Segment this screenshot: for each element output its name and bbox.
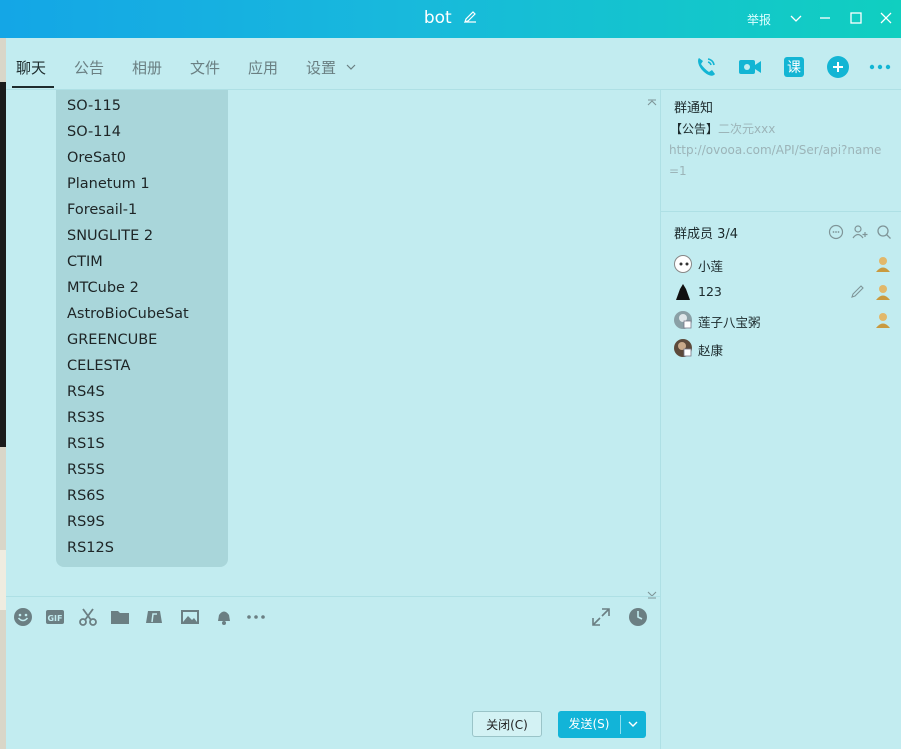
tab-files[interactable]: 文件 bbox=[190, 57, 220, 78]
admin-role-icon bbox=[874, 255, 892, 273]
video-icon[interactable] bbox=[737, 54, 763, 80]
minimize-button[interactable] bbox=[817, 10, 833, 26]
send-button-label: 发送(S) bbox=[568, 717, 610, 731]
send-options-chevron-icon[interactable] bbox=[626, 717, 640, 734]
maximize-button[interactable] bbox=[848, 10, 864, 26]
member-name: 赵康 bbox=[698, 343, 724, 358]
active-tab-indicator bbox=[12, 86, 54, 88]
message-line: RS4S bbox=[67, 384, 105, 400]
message-line: SO-114 bbox=[67, 124, 121, 140]
notice-tag: 【公告】 bbox=[670, 122, 719, 136]
message-line: OreSat0 bbox=[67, 150, 126, 166]
members-title: 群成员 3/4 bbox=[674, 227, 739, 242]
tab-bar: 聊天 公告 相册 文件 应用 设置 课 bbox=[6, 38, 901, 90]
search-icon[interactable] bbox=[876, 224, 892, 240]
bell-icon[interactable] bbox=[214, 607, 234, 627]
message-line: RS9S bbox=[67, 514, 105, 530]
member-name: 莲子八宝粥 bbox=[698, 315, 761, 330]
window-title: bot bbox=[423, 8, 452, 28]
chevron-down-icon bbox=[346, 64, 356, 70]
member-name: 小莲 bbox=[698, 259, 724, 274]
message-line: RS5S bbox=[67, 462, 105, 478]
message-line: SNUGLITE 2 bbox=[67, 228, 154, 244]
message-line: GREENCUBE bbox=[67, 332, 158, 348]
svg-text:课: 课 bbox=[787, 60, 801, 76]
phone-icon[interactable] bbox=[693, 54, 719, 80]
close-button[interactable]: 关闭(C) bbox=[472, 711, 542, 737]
avatar bbox=[674, 255, 692, 273]
chat-window: 聊天 公告 相册 文件 应用 设置 课 SO-115 SO-114 OreSat… bbox=[6, 38, 901, 749]
admin-role-icon bbox=[874, 283, 892, 301]
more-icon[interactable] bbox=[867, 54, 893, 80]
edit-title-icon[interactable] bbox=[463, 9, 477, 29]
message-line: SO-115 bbox=[67, 98, 121, 114]
svg-text:GIF: GIF bbox=[47, 614, 62, 623]
member-name: 123 bbox=[698, 284, 722, 299]
image-icon[interactable] bbox=[180, 607, 200, 627]
chat-bubble-icon[interactable] bbox=[828, 224, 844, 240]
avatar bbox=[674, 311, 692, 329]
tab-announcement[interactable]: 公告 bbox=[74, 57, 104, 78]
dropdown-icon[interactable] bbox=[788, 10, 804, 26]
folder-icon[interactable] bbox=[110, 607, 130, 627]
message-area[interactable]: SO-115 SO-114 OreSat0 Planetum 1 Foresai… bbox=[6, 90, 657, 599]
expand-icon[interactable] bbox=[591, 607, 611, 627]
add-app-icon[interactable] bbox=[825, 54, 851, 80]
gif-icon[interactable]: GIF bbox=[45, 607, 65, 627]
scroll-down-icon[interactable] bbox=[646, 584, 658, 599]
message-line: AstroBioCubeSat bbox=[67, 306, 189, 322]
emoji-icon[interactable] bbox=[13, 607, 33, 627]
message-line: RS1S bbox=[67, 436, 105, 452]
send-separator bbox=[620, 715, 621, 734]
input-toolbar: GIF bbox=[6, 596, 660, 637]
notice-subtitle: 二次元xxx bbox=[718, 122, 776, 136]
message-line: CELESTA bbox=[67, 358, 131, 374]
member-item[interactable]: 123 bbox=[674, 281, 894, 303]
notice-url[interactable]: http://ovooa.com/API/Ser/api?name=1 bbox=[669, 140, 891, 182]
close-window-button[interactable] bbox=[878, 10, 894, 26]
member-item[interactable]: 小莲 bbox=[674, 253, 894, 275]
admin-role-icon bbox=[874, 311, 892, 329]
tab-settings-label: 设置 bbox=[306, 59, 337, 77]
notice-entry[interactable]: 【公告】二次元xxx bbox=[670, 120, 775, 137]
music-icon[interactable] bbox=[144, 607, 164, 627]
class-icon[interactable]: 课 bbox=[781, 54, 807, 80]
message-line: CTIM bbox=[67, 254, 103, 270]
send-button[interactable]: 发送(S) bbox=[558, 711, 646, 738]
message-bubble[interactable]: SO-115 SO-114 OreSat0 Planetum 1 Foresai… bbox=[56, 90, 228, 567]
message-line: RS3S bbox=[67, 410, 105, 426]
message-line: RS12S bbox=[67, 540, 114, 556]
notice-title: 群通知 bbox=[674, 101, 714, 116]
add-member-icon[interactable] bbox=[852, 224, 868, 240]
toolbar-more-icon[interactable] bbox=[246, 607, 266, 627]
tab-apps[interactable]: 应用 bbox=[248, 57, 278, 78]
title-bar: bot 举报 bbox=[0, 0, 901, 38]
message-line: RS6S bbox=[67, 488, 105, 504]
tab-album[interactable]: 相册 bbox=[132, 57, 162, 78]
avatar bbox=[674, 339, 692, 357]
scroll-up-icon[interactable] bbox=[646, 91, 658, 106]
clock-icon[interactable] bbox=[628, 607, 648, 627]
message-line: MTCube 2 bbox=[67, 280, 139, 296]
tab-settings[interactable]: 设置 bbox=[306, 57, 357, 78]
message-line: Foresail-1 bbox=[67, 202, 138, 218]
member-item[interactable]: 莲子八宝粥 bbox=[674, 309, 894, 331]
edit-icon[interactable] bbox=[850, 284, 865, 299]
sidebar-divider bbox=[661, 211, 901, 212]
avatar bbox=[674, 283, 692, 301]
member-item[interactable]: 赵康 bbox=[674, 337, 894, 359]
scissors-icon[interactable] bbox=[78, 607, 98, 627]
report-link[interactable]: 举报 bbox=[747, 11, 771, 28]
message-line: Planetum 1 bbox=[67, 176, 150, 192]
group-sidebar: 群通知 【公告】二次元xxx http://ovooa.com/API/Ser/… bbox=[660, 90, 901, 749]
message-list: SO-115 SO-114 OreSat0 Planetum 1 Foresai… bbox=[56, 90, 228, 561]
tab-chat[interactable]: 聊天 bbox=[16, 57, 46, 78]
